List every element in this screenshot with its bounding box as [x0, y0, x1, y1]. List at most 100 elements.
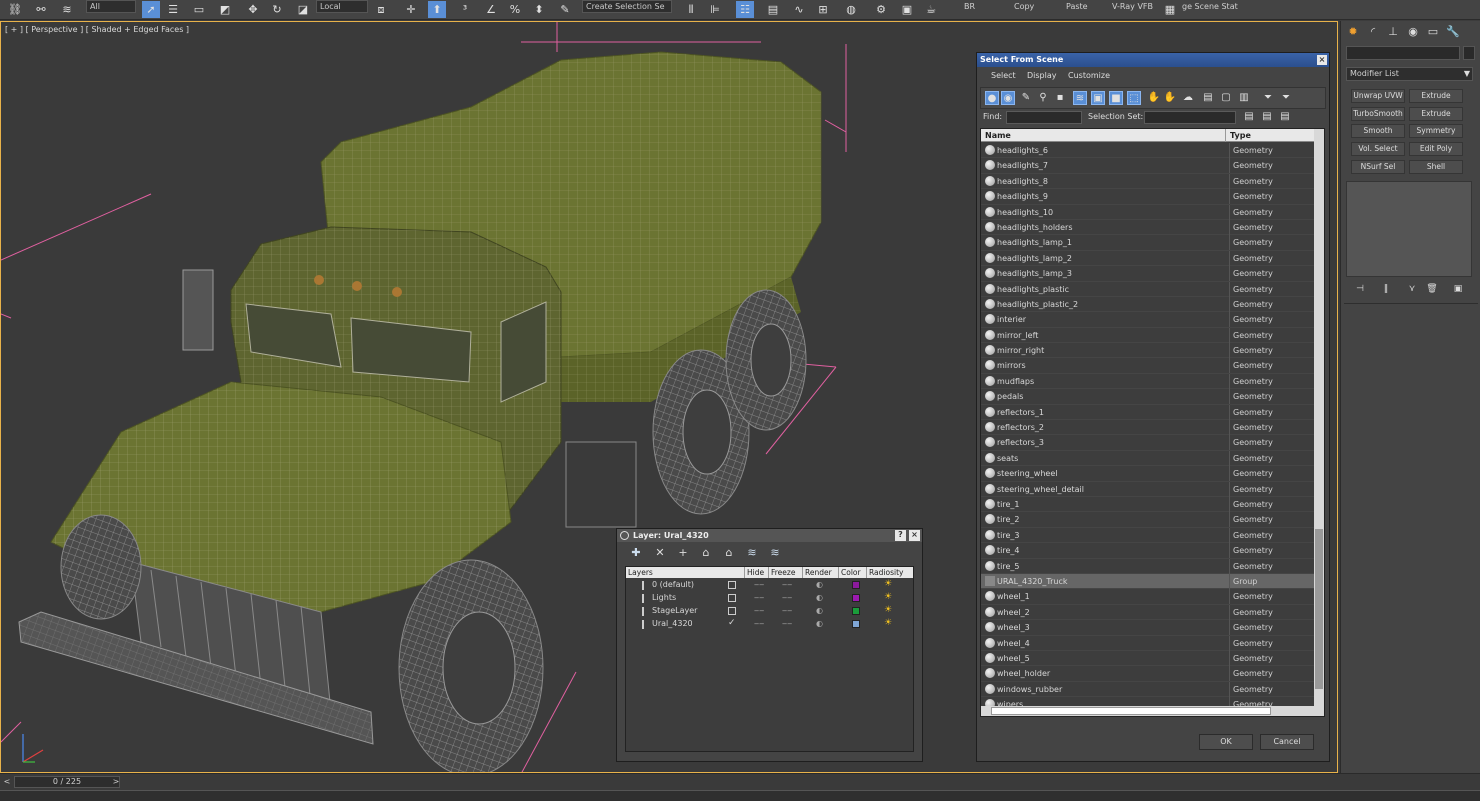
- radiosity-icon[interactable]: ☀: [884, 592, 892, 602]
- render-toggle-icon[interactable]: ◐: [816, 580, 823, 589]
- freeze-all-layers-icon[interactable]: ≋: [768, 546, 782, 560]
- scale-icon[interactable]: ◪: [294, 1, 312, 18]
- list-item[interactable]: reflectors_2 Geometry: [981, 420, 1315, 436]
- copy-label[interactable]: Copy: [1014, 2, 1034, 11]
- column-layers[interactable]: Layers: [626, 567, 744, 578]
- hide-toggle[interactable]: ‒‒: [754, 619, 764, 628]
- display-cameras-icon[interactable]: ⚲: [1036, 91, 1050, 105]
- hierarchy-tab-icon[interactable]: ⊥: [1385, 25, 1401, 39]
- time-slider[interactable]: 0 / 225: [14, 776, 120, 788]
- layer-dialog-title[interactable]: Layer: Ural_4320 ? ×: [617, 529, 922, 542]
- layer-row[interactable]: 0 (default) ‒‒ ‒‒ ◐ ☀: [626, 579, 913, 592]
- list-item[interactable]: headlights_lamp_2 Geometry: [981, 250, 1315, 267]
- list-item[interactable]: headlights_lamp_1 Geometry: [981, 235, 1315, 251]
- list-item[interactable]: URAL_4320_Truck Group: [981, 573, 1315, 590]
- cancel-button[interactable]: Cancel: [1260, 734, 1314, 750]
- object-name-field[interactable]: [1346, 46, 1460, 60]
- snap-toggle-icon[interactable]: ³: [456, 1, 474, 18]
- list-item[interactable]: mirror_left Geometry: [981, 327, 1315, 344]
- display-geometry-icon[interactable]: ●: [985, 91, 999, 105]
- layer-color-swatch[interactable]: [852, 581, 860, 589]
- dialog-title[interactable]: Select From Scene ×: [977, 53, 1329, 67]
- smooth-button[interactable]: Smooth: [1351, 124, 1405, 138]
- list-item[interactable]: seats Geometry: [981, 450, 1315, 467]
- list-item[interactable]: mudflaps Geometry: [981, 373, 1315, 390]
- motion-tab-icon[interactable]: ◉: [1405, 25, 1421, 39]
- named-selection-set-dropdown[interactable]: Create Selection Se: [582, 0, 672, 13]
- br-label[interactable]: BR: [964, 2, 975, 11]
- unwrap-uvw-button[interactable]: Unwrap UVW: [1351, 89, 1405, 103]
- align-icon[interactable]: ⊫: [706, 1, 724, 18]
- configure-sets-icon[interactable]: ▣: [1451, 284, 1465, 296]
- rotate-icon[interactable]: ↻: [268, 1, 286, 18]
- display-containers-icon[interactable]: ✋: [1147, 91, 1161, 105]
- select-all-icon[interactable]: ▤: [1201, 91, 1215, 105]
- list-item[interactable]: wheel_2 Geometry: [981, 604, 1315, 621]
- pin-stack-icon[interactable]: ⊣: [1353, 284, 1367, 296]
- list-item[interactable]: tire_4 Geometry: [981, 543, 1315, 559]
- show-end-result-icon[interactable]: ‖: [1379, 284, 1393, 296]
- list-item[interactable]: pedals Geometry: [981, 389, 1315, 405]
- reference-coordinate-dropdown[interactable]: Local: [316, 0, 368, 13]
- hide-all-layers-icon[interactable]: ≋: [745, 546, 759, 560]
- current-layer-check-icon[interactable]: ✓: [728, 618, 736, 628]
- list-item[interactable]: tire_2 Geometry: [981, 512, 1315, 528]
- edit-set-icon[interactable]: ▤: [1260, 110, 1274, 124]
- list-item[interactable]: headlights_6 Geometry: [981, 143, 1315, 159]
- schematic-view-icon[interactable]: ⊞: [814, 1, 832, 18]
- scrollbar-thumb[interactable]: [1315, 529, 1323, 689]
- nsurf-sel-button[interactable]: NSurf Sel: [1351, 160, 1405, 174]
- add-to-layer-icon[interactable]: +: [676, 546, 690, 560]
- column-radiosity[interactable]: Radiosity: [866, 567, 912, 578]
- render-toggle-icon[interactable]: ◐: [816, 593, 823, 602]
- delete-layer-icon[interactable]: ✕: [653, 546, 667, 560]
- list-item[interactable]: headlights_8 Geometry: [981, 173, 1315, 190]
- display-bones-icon[interactable]: ⬚: [1127, 91, 1141, 105]
- vray-vfb-label[interactable]: V-Ray VFB: [1112, 2, 1153, 11]
- list-item[interactable]: headlights_7 Geometry: [981, 158, 1315, 174]
- shell-button[interactable]: Shell: [1409, 160, 1463, 174]
- paste-label[interactable]: Paste: [1066, 2, 1088, 11]
- layer-color-swatch[interactable]: [852, 594, 860, 602]
- selection-filter-dropdown[interactable]: All: [86, 0, 136, 13]
- create-layer-icon[interactable]: ✚: [629, 546, 643, 560]
- select-manipulate-icon[interactable]: ✛: [402, 1, 420, 18]
- list-item[interactable]: steering_wheel Geometry: [981, 466, 1315, 482]
- next-frame-button[interactable]: >: [110, 776, 122, 788]
- freeze-toggle[interactable]: ‒‒: [782, 606, 792, 615]
- ok-button[interactable]: OK: [1199, 734, 1253, 750]
- extrude-button[interactable]: Extrude: [1409, 89, 1463, 103]
- column-type[interactable]: Type: [1225, 129, 1251, 142]
- menu-select[interactable]: Select: [991, 71, 1016, 80]
- symmetry-button[interactable]: Symmetry: [1409, 124, 1463, 138]
- radiosity-icon[interactable]: ☀: [884, 605, 892, 615]
- layer-color-swatch[interactable]: [852, 620, 860, 628]
- move-icon[interactable]: ✥: [244, 1, 262, 18]
- extrude-button-2[interactable]: Extrude: [1409, 107, 1463, 121]
- help-button[interactable]: ?: [895, 530, 906, 541]
- hide-toggle[interactable]: ‒‒: [754, 580, 764, 589]
- hide-toggle[interactable]: ‒‒: [754, 593, 764, 602]
- create-tab-icon[interactable]: ✹: [1345, 25, 1361, 39]
- freeze-toggle[interactable]: ‒‒: [782, 580, 792, 589]
- object-color-swatch[interactable]: [1463, 46, 1475, 60]
- list-item[interactable]: reflectors_3 Geometry: [981, 435, 1315, 451]
- freeze-toggle[interactable]: ‒‒: [782, 593, 792, 602]
- display-shapes-icon[interactable]: ◉: [1001, 91, 1015, 105]
- column-hide[interactable]: Hide: [744, 567, 768, 578]
- list-item[interactable]: headlights_holders Geometry: [981, 219, 1315, 236]
- mirror-icon[interactable]: ⫴: [682, 1, 700, 18]
- render-production-icon[interactable]: ☕: [922, 1, 940, 18]
- freeze-toggle[interactable]: ‒‒: [782, 619, 792, 628]
- layer-color-swatch[interactable]: [852, 607, 860, 615]
- display-xrefs-icon[interactable]: ■: [1109, 91, 1123, 105]
- curve-editor-icon[interactable]: ∿: [790, 1, 808, 18]
- rectangle-region-icon[interactable]: ▭: [190, 1, 208, 18]
- layer-row[interactable]: Ural_4320 ✓ ‒‒ ‒‒ ◐ ☀: [626, 618, 913, 631]
- select-by-name-icon[interactable]: ☰: [164, 1, 182, 18]
- percent-snap-icon[interactable]: %: [506, 1, 524, 18]
- spinner-snap-icon[interactable]: ⬍: [530, 1, 548, 18]
- filter-options-icon[interactable]: ⏷: [1279, 91, 1293, 105]
- layer-manager-icon[interactable]: ☷: [736, 1, 754, 18]
- viewport-label[interactable]: [ + ] [ Perspective ] [ Shaded + Edged F…: [5, 25, 189, 34]
